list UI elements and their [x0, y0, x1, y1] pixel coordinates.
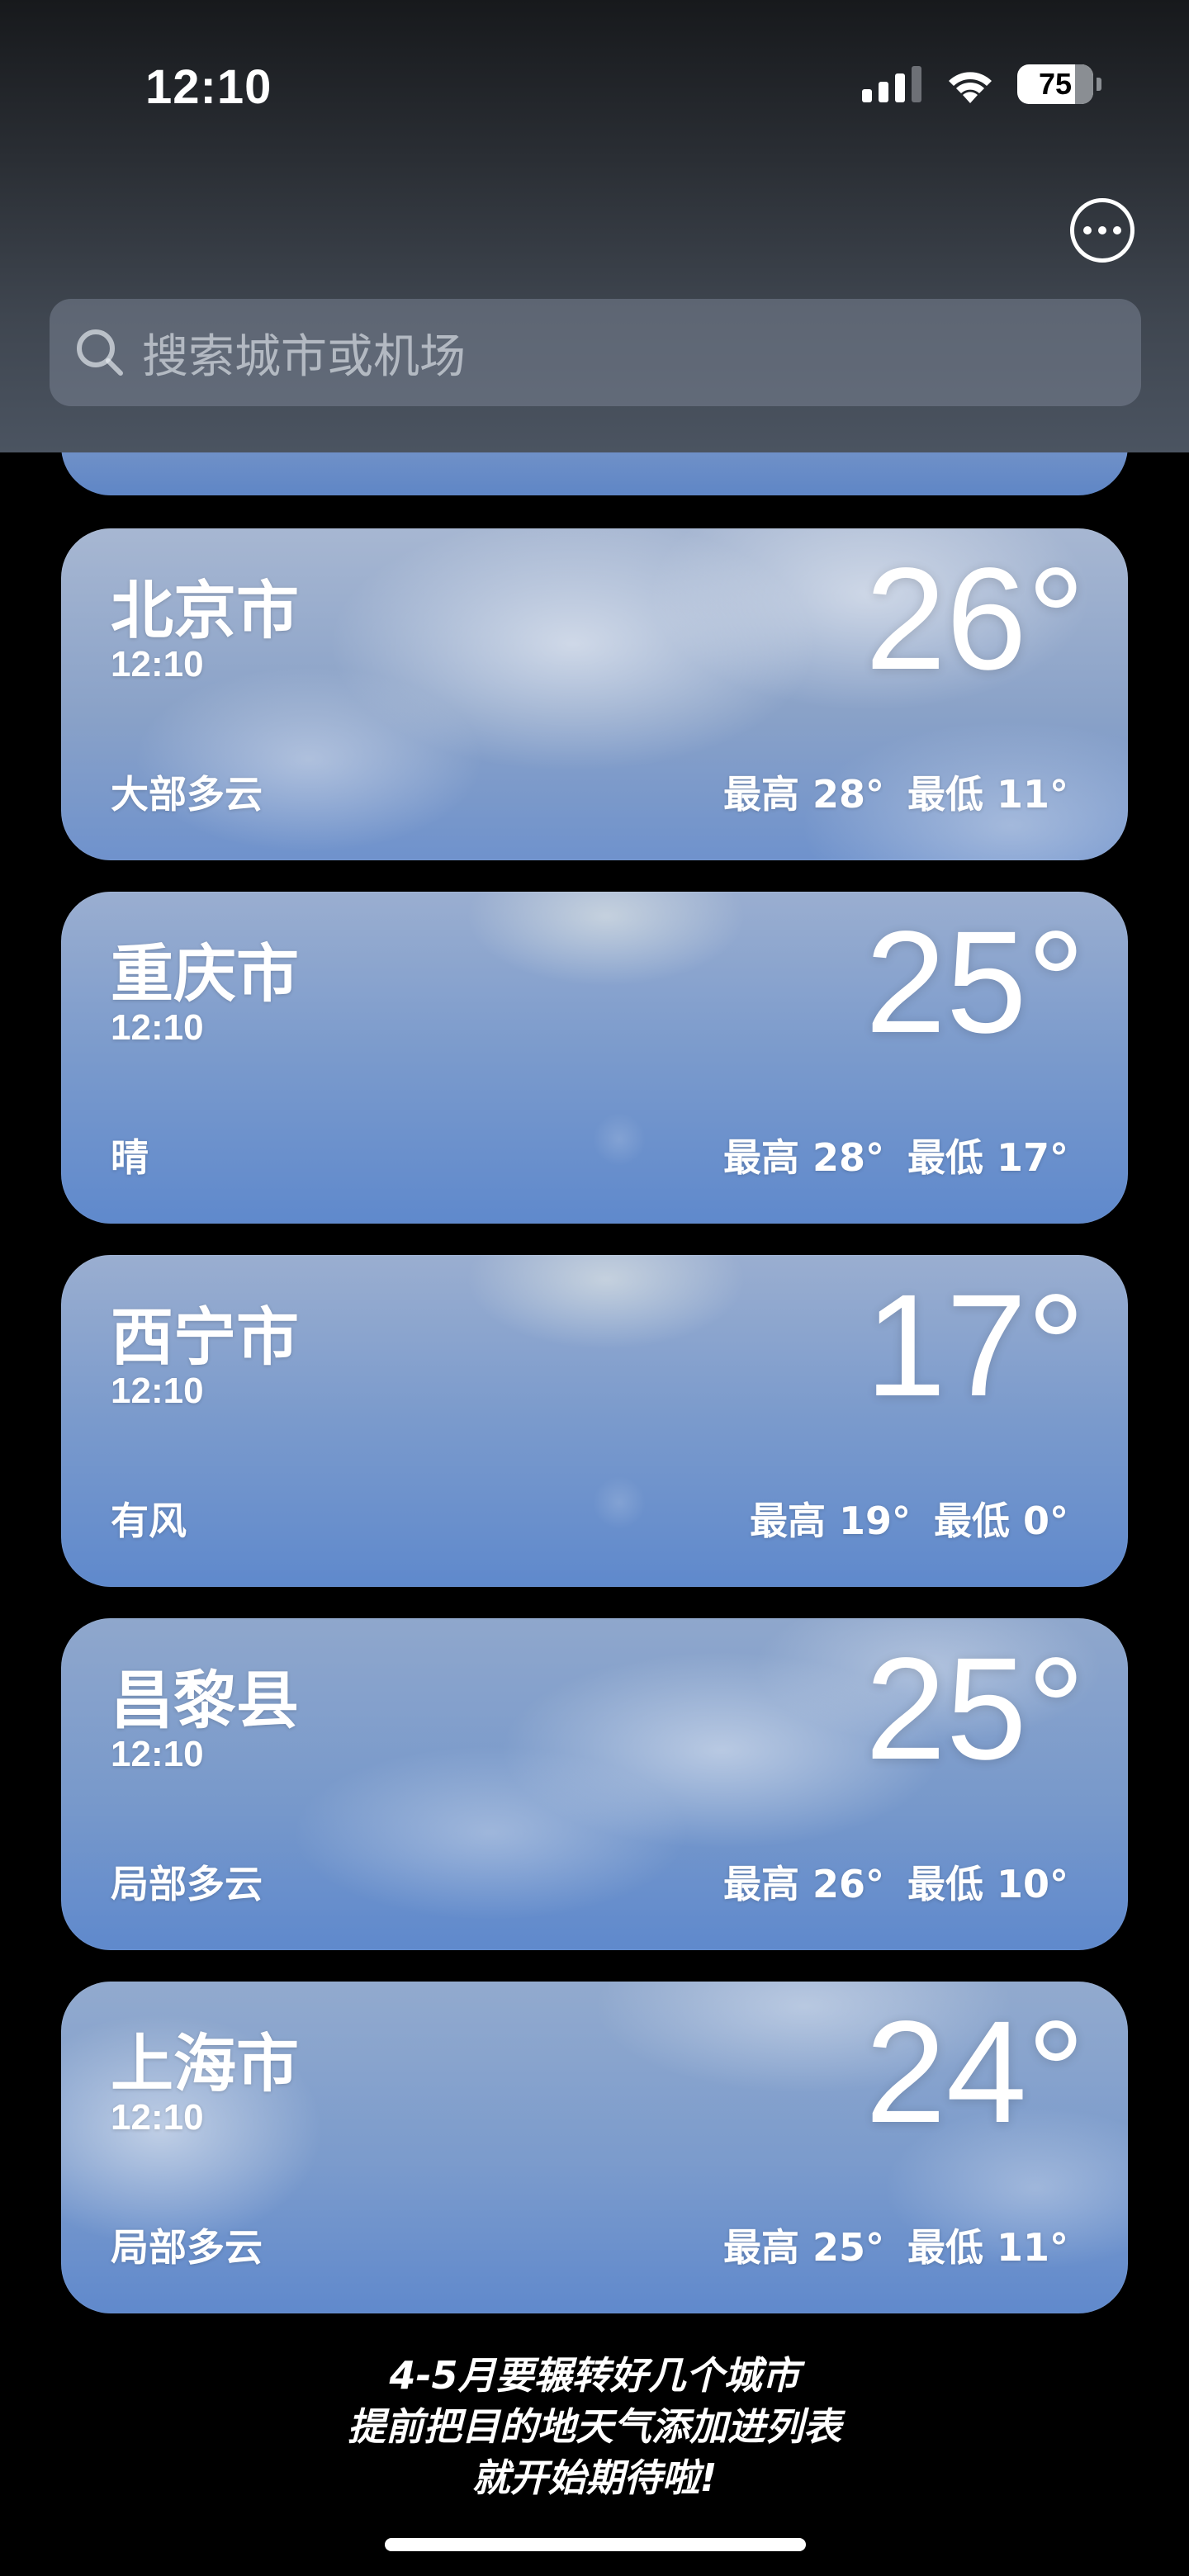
- weather-condition: 局部多云: [111, 1862, 263, 1906]
- current-temperature: 25°: [865, 902, 1085, 1063]
- city-card-xining[interactable]: 西宁市 12:10 17° 有风 最高 19° 最低 0°: [61, 1255, 1128, 1587]
- high-low: 最高 19° 最低 0°: [750, 1491, 1068, 1546]
- local-time: 12:10: [111, 644, 204, 684]
- high-low: 最高 25° 最低 11°: [723, 2218, 1068, 2272]
- local-time: 12:10: [111, 1007, 204, 1048]
- high-low: 最高 28° 最低 17°: [723, 1128, 1068, 1182]
- current-temperature: 17°: [865, 1265, 1085, 1427]
- city-card-shanghai[interactable]: 上海市 12:10 24° 局部多云 最高 25° 最低 11°: [61, 1982, 1128, 2313]
- search-bar[interactable]: 搜索城市或机场: [50, 299, 1141, 406]
- local-time: 12:10: [111, 1734, 204, 1774]
- high-temperature: 最高 25°: [722, 2225, 884, 2270]
- low-temperature: 最低 10°: [907, 1862, 1068, 1906]
- weather-condition: 局部多云: [111, 2225, 263, 2270]
- high-temperature: 最高 28°: [722, 1135, 884, 1180]
- weather-condition: 晴: [111, 1135, 149, 1180]
- city-name: 昌黎县: [111, 1664, 299, 1737]
- search-input[interactable]: 搜索城市或机场: [142, 320, 466, 386]
- current-temperature: 26°: [865, 538, 1085, 700]
- city-card-beijing[interactable]: 北京市 12:10 26° 大部多云 最高 28° 最低 11°: [61, 528, 1128, 860]
- status-time: 12:10: [145, 60, 272, 114]
- caption-line-2: 提前把目的地天气添加进列表: [348, 2404, 841, 2449]
- city-card-changli[interactable]: 昌黎县 12:10 25° 局部多云 最高 26° 最低 10°: [61, 1618, 1128, 1950]
- high-temperature: 最高 19°: [749, 1499, 911, 1543]
- city-name: 北京市: [111, 574, 299, 647]
- low-temperature: 最低 11°: [907, 772, 1068, 817]
- cellular-signal-icon: [862, 66, 921, 102]
- high-low: 最高 28° 最低 11°: [723, 765, 1068, 819]
- battery-level: 75: [1038, 67, 1073, 101]
- weather-condition: 大部多云: [111, 772, 263, 817]
- high-low: 最高 26° 最低 10°: [723, 1854, 1068, 1909]
- local-time: 12:10: [111, 2097, 204, 2138]
- city-name: 西宁市: [111, 1300, 299, 1374]
- local-time: 12:10: [111, 1371, 204, 1411]
- weather-condition: 有风: [111, 1499, 187, 1543]
- battery-icon: 75: [1017, 64, 1101, 104]
- more-options-button[interactable]: [1070, 198, 1135, 263]
- high-temperature: 最高 28°: [722, 772, 884, 817]
- low-temperature: 最低 17°: [907, 1135, 1068, 1180]
- search-icon: [77, 329, 123, 376]
- high-temperature: 最高 26°: [722, 1862, 884, 1906]
- caption-line-3: 就开始期待啦!: [471, 2455, 718, 2500]
- city-card-chongqing[interactable]: 重庆市 12:10 25° 晴 最高 28° 最低 17°: [61, 892, 1128, 1224]
- city-name: 上海市: [111, 2027, 299, 2100]
- current-temperature: 24°: [865, 1991, 1085, 2153]
- caption-line-1: 4-5月要辗转好几个城市: [389, 2353, 800, 2398]
- low-temperature: 最低 0°: [933, 1499, 1068, 1543]
- caption-overlay: 4-5月要辗转好几个城市 提前把目的地天气添加进列表 就开始期待啦!: [0, 2350, 1189, 2503]
- status-icons: 75: [862, 64, 1101, 104]
- city-name: 重庆市: [111, 937, 299, 1011]
- low-temperature: 最低 11°: [907, 2225, 1068, 2270]
- header: 12:10 75 搜索城市或机场: [0, 0, 1189, 452]
- home-indicator[interactable]: [385, 2538, 806, 2551]
- wifi-icon: [949, 72, 992, 103]
- current-temperature: 25°: [865, 1628, 1085, 1790]
